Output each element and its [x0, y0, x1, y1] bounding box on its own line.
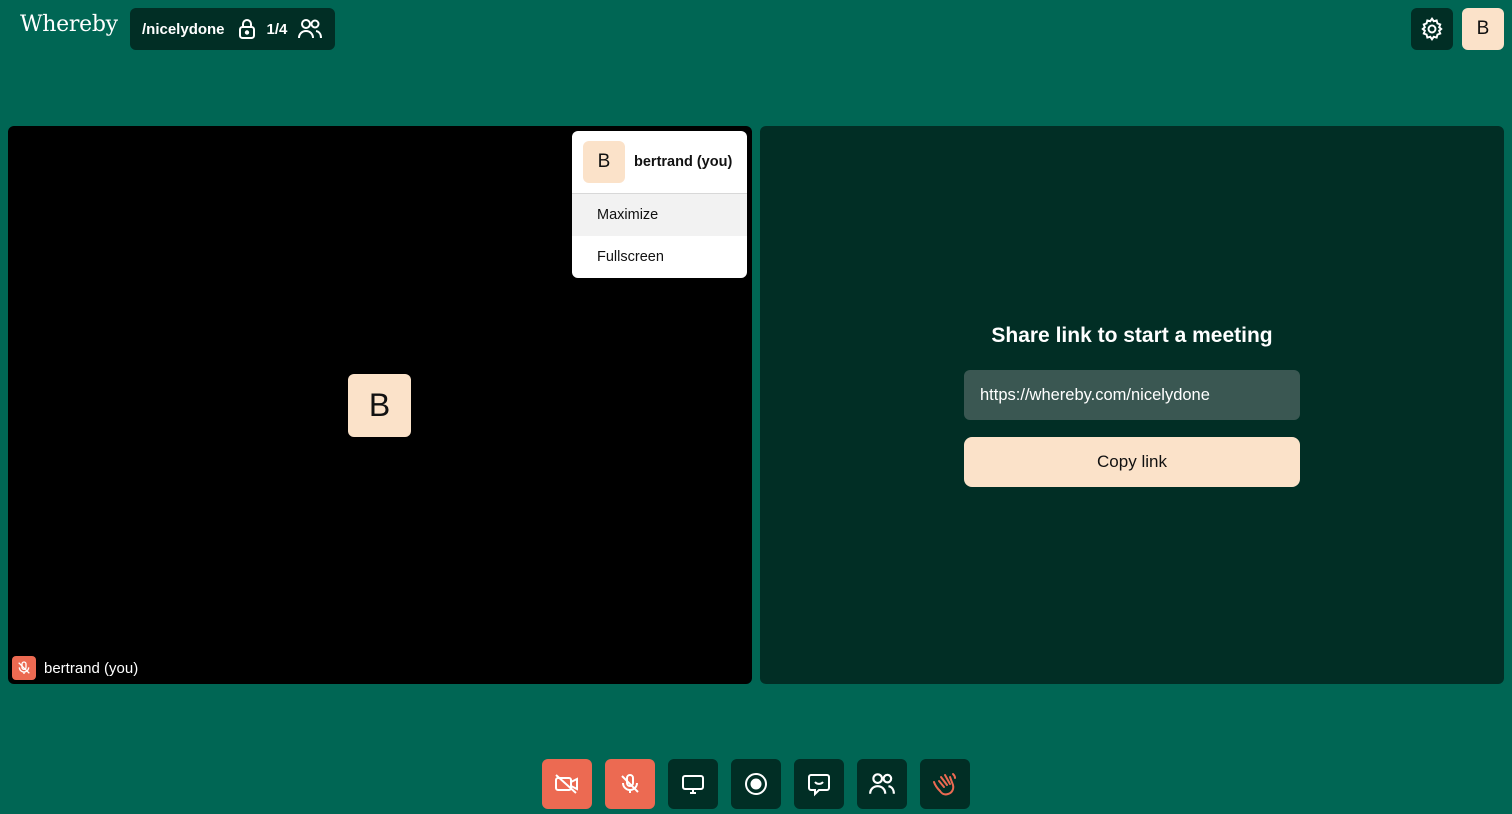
mic-off-icon [12, 656, 36, 680]
copy-link-button[interactable]: Copy link [964, 437, 1300, 487]
room-info-pill[interactable]: /nicelydone 1/4 [130, 8, 335, 50]
menu-header: B bertrand (you) [572, 131, 747, 194]
menu-item-fullscreen[interactable]: Fullscreen [572, 236, 747, 278]
chat-button[interactable] [794, 759, 844, 809]
people-icon [868, 772, 896, 796]
people-button[interactable] [857, 759, 907, 809]
record-button[interactable] [731, 759, 781, 809]
people-icon [297, 18, 323, 40]
menu-participant-name: bertrand (you) [634, 154, 733, 170]
mic-off-icon [618, 771, 642, 797]
screenshare-icon [680, 772, 706, 796]
camera-toggle-button[interactable] [542, 759, 592, 809]
share-panel: Share link to start a meeting Copy link [760, 126, 1504, 684]
whereby-logo: Whereby [20, 12, 118, 37]
share-title: Share link to start a meeting [991, 324, 1273, 347]
share-link-input[interactable] [964, 370, 1300, 420]
record-icon [743, 771, 769, 797]
chat-icon [806, 771, 832, 797]
screenshare-button[interactable] [668, 759, 718, 809]
mic-toggle-button[interactable] [605, 759, 655, 809]
participant-avatar: B [348, 374, 411, 437]
wave-hand-icon [931, 770, 959, 798]
menu-item-maximize[interactable]: Maximize [572, 194, 747, 236]
settings-button[interactable] [1411, 8, 1453, 50]
participant-count: 1/4 [266, 20, 288, 38]
raise-hand-button[interactable] [920, 759, 970, 809]
bottom-toolbar [542, 759, 970, 809]
menu-avatar: B [583, 141, 625, 183]
participant-name: bertrand (you) [44, 659, 139, 677]
gear-icon [1419, 16, 1445, 42]
lock-icon [237, 18, 257, 40]
participant-menu: B bertrand (you) Maximize Fullscreen [572, 131, 747, 278]
room-name: /nicelydone [142, 20, 225, 38]
camera-off-icon [553, 772, 581, 796]
tile-footer: bertrand (you) [12, 656, 138, 680]
user-avatar[interactable]: B [1462, 8, 1504, 50]
